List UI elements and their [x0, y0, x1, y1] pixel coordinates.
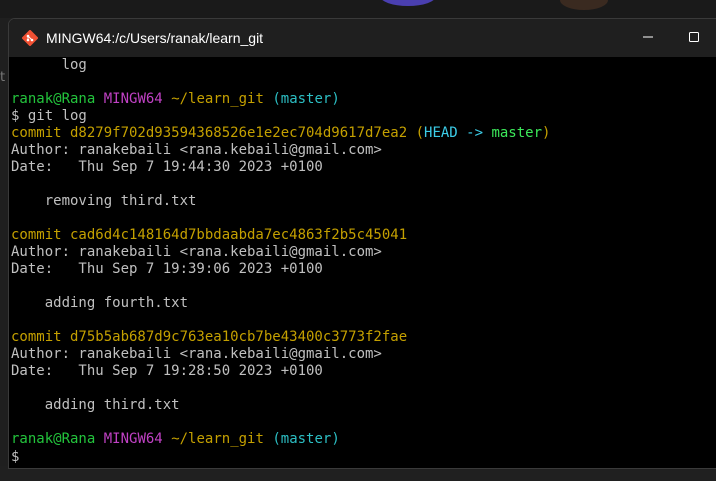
- terminal-text: ~/learn_git: [171, 91, 264, 107]
- terminal-text: HEAD ->: [424, 125, 492, 141]
- terminal-text: removing third.txt: [11, 193, 197, 209]
- terminal-line: $: [11, 448, 716, 465]
- terminal-line: removing third.txt: [11, 193, 716, 210]
- terminal-text: MINGW64: [103, 431, 163, 447]
- terminal-text: Date: Thu Sep 7 19:44:30 2023 +0100: [11, 159, 323, 175]
- minimize-icon: [643, 29, 653, 47]
- terminal-line: log: [11, 57, 716, 74]
- terminal-line: Date: Thu Sep 7 19:28:50 2023 +0100: [11, 363, 716, 380]
- desktop-top-strip: [0, 0, 716, 18]
- terminal-text: Author: ranakebaili <rana.kebaili@gmail.…: [11, 142, 382, 158]
- title-bar[interactable]: MINGW64:/c/Users/ranak/learn_git: [9, 19, 716, 57]
- maximize-button[interactable]: [671, 19, 716, 57]
- terminal-line: adding third.txt: [11, 397, 716, 414]
- terminal-text: adding fourth.txt: [11, 295, 189, 311]
- terminal-text: $: [11, 449, 20, 465]
- terminal-text: $ git log: [11, 108, 87, 124]
- terminal-text: (: [415, 125, 425, 141]
- terminal-text: commit cad6d4c148164d7bbdaabda7ec4863f2b…: [11, 227, 408, 243]
- terminal-output[interactable]: log ranak@Rana MINGW64 ~/learn_git (maste…: [11, 57, 716, 468]
- terminal-text: ranak@Rana: [11, 91, 96, 107]
- terminal-line: Date: Thu Sep 7 19:44:30 2023 +0100: [11, 159, 716, 176]
- terminal-text: MINGW64: [103, 91, 163, 107]
- terminal-cursor: [19, 448, 27, 463]
- terminal-line: ranak@Rana MINGW64 ~/learn_git (master): [11, 431, 716, 448]
- terminal-text: Author: ranakebaili <rana.kebaili@gmail.…: [11, 346, 382, 362]
- terminal-text: Date: Thu Sep 7 19:39:06 2023 +0100: [11, 261, 323, 277]
- minimize-button[interactable]: [625, 19, 671, 57]
- terminal-line: commit d75b5ab687d9c763ea10cb7be43400c37…: [11, 329, 716, 346]
- desktop: t MINGW64:/c/Users/ranak/learn_git log r…: [0, 0, 716, 481]
- terminal-text: master: [491, 125, 543, 141]
- terminal-text: ~/learn_git: [171, 431, 264, 447]
- terminal-text: Date: Thu Sep 7 19:28:50 2023 +0100: [11, 363, 323, 379]
- git-bash-icon: [22, 30, 38, 46]
- window-controls: [625, 19, 716, 57]
- terminal-text: adding third.txt: [11, 397, 180, 413]
- terminal-text: (master): [272, 431, 340, 447]
- terminal-text: commit d8279f702d93594368526e1e2ec704d96…: [11, 125, 416, 141]
- terminal-text: (master): [272, 91, 340, 107]
- terminal-line: ranak@Rana MINGW64 ~/learn_git (master): [11, 91, 716, 108]
- terminal-window[interactable]: MINGW64:/c/Users/ranak/learn_git log rana…: [8, 18, 716, 469]
- terminal-line: Date: Thu Sep 7 19:39:06 2023 +0100: [11, 261, 716, 278]
- terminal-line: Author: ranakebaili <rana.kebaili@gmail.…: [11, 244, 716, 261]
- background-text: t: [0, 70, 6, 85]
- terminal-line: adding fourth.txt: [11, 295, 716, 312]
- terminal-line: $ git log: [11, 108, 716, 125]
- terminal-line: commit cad6d4c148164d7bbdaabda7ec4863f2b…: [11, 227, 716, 244]
- terminal-text: Author: ranakebaili <rana.kebaili@gmail.…: [11, 244, 382, 260]
- terminal-text: log: [11, 57, 87, 73]
- terminal-line: Author: ranakebaili <rana.kebaili@gmail.…: [11, 346, 716, 363]
- terminal-text: ranak@Rana: [11, 431, 96, 447]
- terminal-text: commit d75b5ab687d9c763ea10cb7be43400c37…: [11, 329, 408, 345]
- terminal-line: commit d8279f702d93594368526e1e2ec704d96…: [11, 125, 716, 142]
- terminal-text: ): [542, 125, 551, 141]
- terminal-line: Author: ranakebaili <rana.kebaili@gmail.…: [11, 142, 716, 159]
- maximize-icon: [689, 29, 699, 47]
- window-title: MINGW64:/c/Users/ranak/learn_git: [46, 30, 264, 46]
